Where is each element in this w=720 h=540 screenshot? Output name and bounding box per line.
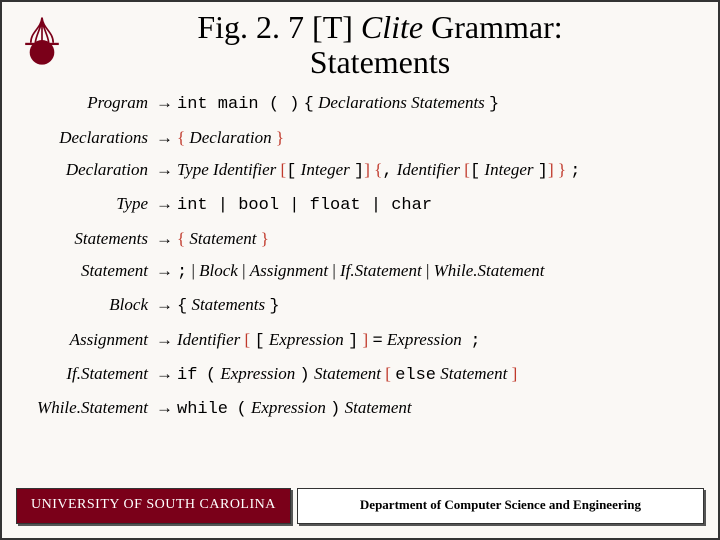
lhs: While.Statement [30, 395, 152, 421]
university-logo-icon [14, 12, 70, 68]
rhs: { Statement } [177, 226, 690, 252]
lhs: Declarations [30, 125, 152, 151]
arrow-icon: → [152, 327, 177, 353]
rule-block: Block → { Statements } [30, 292, 690, 320]
arrow-icon: → [152, 191, 177, 217]
footer-department: Department of Computer Science and Engin… [297, 488, 704, 524]
rule-type: Type → int | bool | float | char [30, 191, 690, 219]
title-italic: Clite [361, 9, 423, 45]
arrow-icon: → [152, 292, 177, 318]
arrow-icon: → [152, 361, 177, 387]
arrow-icon: → [152, 157, 177, 183]
lhs: Type [30, 191, 152, 217]
rhs: { Declaration } [177, 125, 690, 151]
lhs: Program [30, 90, 152, 116]
rhs: ; | Block | Assignment | If.Statement | … [177, 258, 690, 286]
rule-assignment: Assignment → Identifier [ [ Expression ]… [30, 327, 690, 355]
rhs: Identifier [ [ Expression ] ] = Expressi… [177, 327, 690, 355]
rule-declaration: Declaration → Type Identifier [[ Integer… [30, 157, 690, 185]
arrow-icon: → [152, 90, 177, 116]
footer-university: UNIVERSITY OF SOUTH CAROLINA [16, 488, 291, 524]
arrow-icon: → [152, 258, 177, 284]
slide-container: Fig. 2. 7 [T] Clite Grammar: Statements … [0, 0, 720, 540]
arrow-icon: → [152, 125, 177, 151]
rhs: Type Identifier [[ Integer ]] {, Identif… [177, 157, 690, 185]
rhs: { Statements } [177, 292, 690, 320]
lhs: Assignment [30, 327, 152, 353]
rule-ifstatement: If.Statement → if ( Expression ) Stateme… [30, 361, 690, 389]
rhs: if ( Expression ) Statement [ else State… [177, 361, 690, 389]
title-prefix: Fig. 2. 7 [T] [197, 9, 361, 45]
rhs: int main ( ) { Declarations Statements } [177, 90, 690, 118]
slide-footer: UNIVERSITY OF SOUTH CAROLINA Department … [16, 488, 704, 524]
lhs: Statements [30, 226, 152, 252]
arrow-icon: → [152, 226, 177, 252]
rule-program: Program → int main ( ) { Declarations St… [30, 90, 690, 118]
rule-statements: Statements → { Statement } [30, 226, 690, 252]
rhs: while ( Expression ) Statement [177, 395, 690, 423]
slide-title: Fig. 2. 7 [T] Clite Grammar: Statements [2, 10, 718, 80]
grammar-rules: Program → int main ( ) { Declarations St… [2, 90, 718, 423]
rule-whilestatement: While.Statement → while ( Expression ) S… [30, 395, 690, 423]
rhs: int | bool | float | char [177, 193, 690, 219]
title-line2: Statements [310, 44, 450, 80]
title-suffix: Grammar: [423, 9, 563, 45]
arrow-icon: → [152, 395, 177, 421]
lhs: If.Statement [30, 361, 152, 387]
rule-declarations: Declarations → { Declaration } [30, 125, 690, 151]
rule-statement: Statement → ; | Block | Assignment | If.… [30, 258, 690, 286]
lhs: Block [30, 292, 152, 318]
lhs: Declaration [30, 157, 152, 183]
lhs: Statement [30, 258, 152, 284]
